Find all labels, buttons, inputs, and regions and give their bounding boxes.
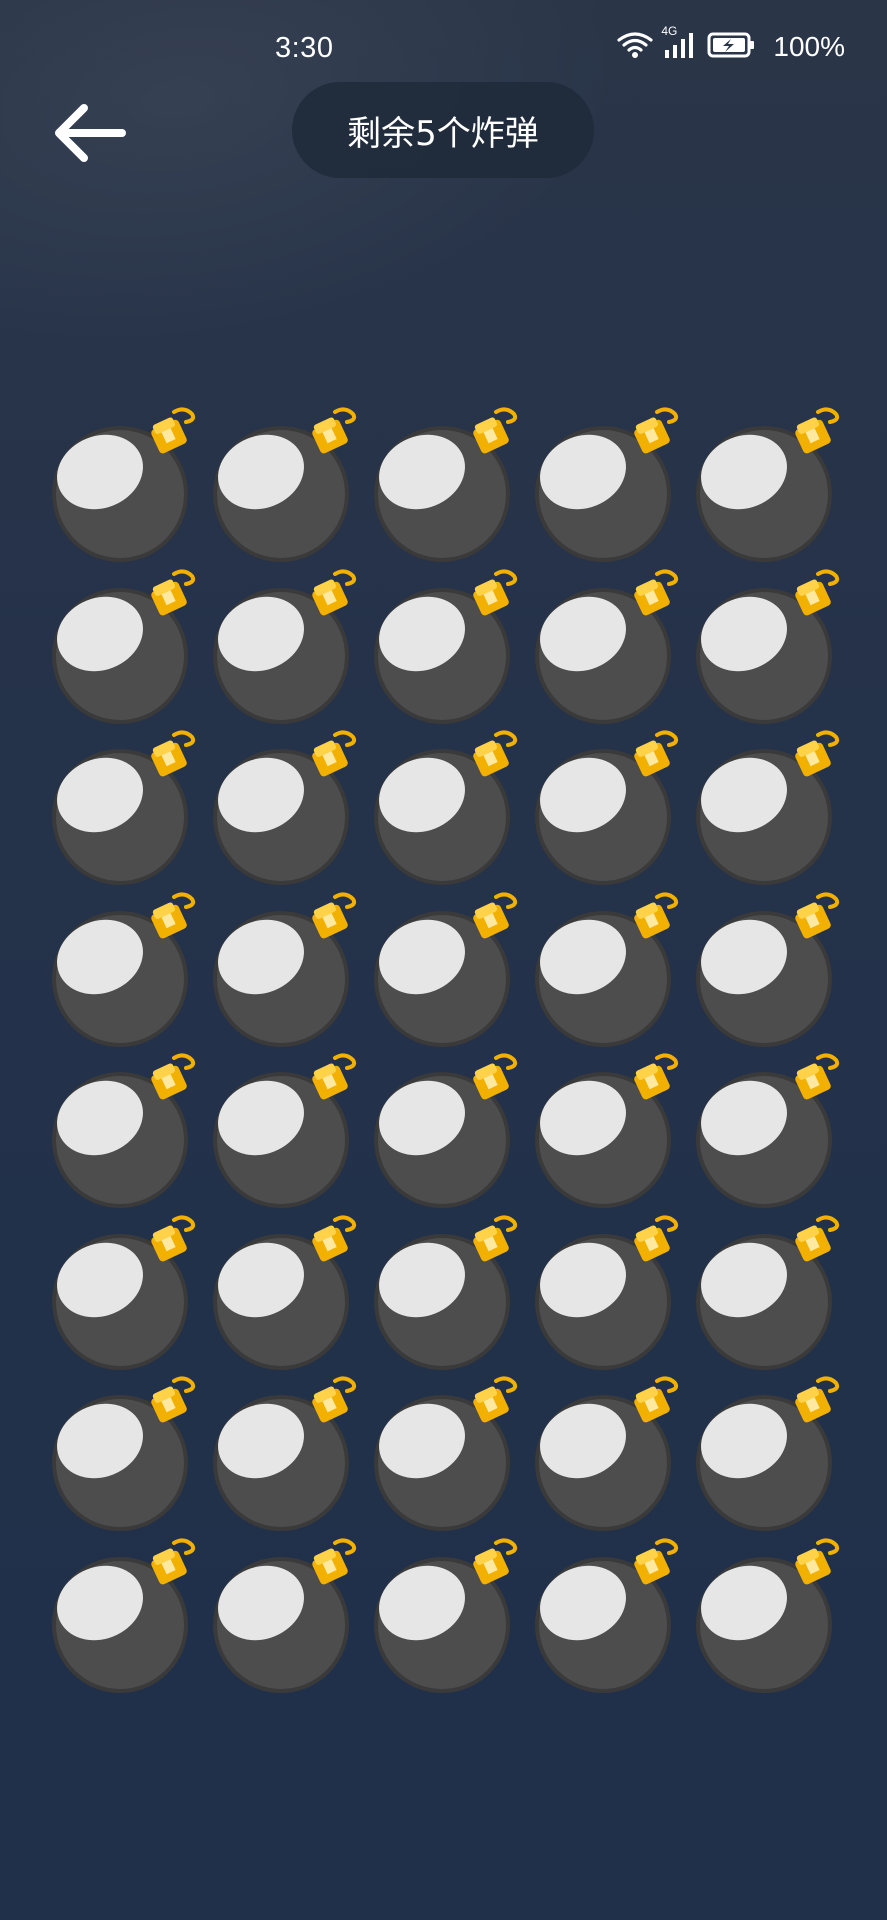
grid-cell-r7-c5[interactable] — [690, 1373, 851, 1534]
bomb-icon — [52, 730, 196, 885]
bomb-icon — [374, 1053, 518, 1208]
page-title: 剩余5个炸弹 — [347, 113, 539, 154]
grid-cell-r4-c4[interactable] — [529, 889, 690, 1050]
bomb-icon — [535, 1214, 679, 1370]
grid-cell-r6-c1[interactable] — [46, 1212, 207, 1373]
bomb-icon — [535, 1053, 679, 1208]
grid-cell-r8-c5[interactable] — [690, 1535, 851, 1696]
grid-cell-r5-c3[interactable] — [368, 1050, 529, 1211]
bomb-icon — [374, 407, 518, 562]
bomb-icon — [535, 891, 679, 1047]
grid-cell-r5-c5[interactable] — [690, 1050, 851, 1211]
grid-cell-r4-c2[interactable] — [207, 889, 368, 1050]
grid-cell-r3-c5[interactable] — [690, 727, 851, 888]
grid-cell-r6-c5[interactable] — [690, 1212, 851, 1373]
grid-cell-r6-c3[interactable] — [368, 1212, 529, 1373]
grid-cell-r2-c4[interactable] — [529, 566, 690, 727]
grid-cell-r3-c1[interactable] — [46, 727, 207, 888]
grid-cell-r6-c2[interactable] — [207, 1212, 368, 1373]
bomb-icon — [696, 1214, 840, 1370]
bomb-icon — [213, 891, 357, 1047]
grid-cell-r8-c2[interactable] — [207, 1535, 368, 1696]
grid-cell-r1-c5[interactable] — [690, 404, 851, 565]
bomb-icon — [213, 1376, 357, 1531]
bomb-icon — [213, 730, 357, 885]
grid-cell-r2-c2[interactable] — [207, 566, 368, 727]
status-icons: 4G 100% — [617, 24, 845, 64]
bomb-icon — [535, 1376, 679, 1531]
battery-charging-icon — [707, 31, 757, 63]
bomb-icon — [213, 568, 357, 724]
bomb-icon — [535, 1537, 679, 1693]
grid-cell-r4-c1[interactable] — [46, 889, 207, 1050]
bomb-icon — [52, 568, 196, 724]
bomb-icon — [213, 1053, 357, 1208]
bomb-icon — [696, 1376, 840, 1531]
bomb-icon — [52, 1214, 196, 1370]
grid-cell-r7-c3[interactable] — [368, 1373, 529, 1534]
bomb-icon — [696, 568, 840, 724]
grid-cell-r7-c1[interactable] — [46, 1373, 207, 1534]
grid-cell-r1-c4[interactable] — [529, 404, 690, 565]
grid-cell-r3-c3[interactable] — [368, 727, 529, 888]
grid-cell-r8-c3[interactable] — [368, 1535, 529, 1696]
grid-cell-r8-c4[interactable] — [529, 1535, 690, 1696]
remaining-bombs-title: 剩余5个炸弹 — [292, 82, 594, 178]
grid-cell-r4-c3[interactable] — [368, 889, 529, 1050]
grid-cell-r2-c3[interactable] — [368, 566, 529, 727]
wifi-icon — [617, 30, 653, 64]
battery-percentage: 100% — [773, 31, 845, 62]
bomb-icon — [374, 1537, 518, 1693]
bomb-grid — [46, 404, 848, 1696]
bomb-icon — [213, 407, 357, 562]
bomb-icon — [535, 568, 679, 724]
grid-cell-r4-c5[interactable] — [690, 889, 851, 1050]
grid-cell-r5-c4[interactable] — [529, 1050, 690, 1211]
network-type-label: 4G — [661, 24, 678, 38]
grid-cell-r1-c1[interactable] — [46, 404, 207, 565]
bomb-icon — [535, 730, 679, 885]
grid-cell-r2-c1[interactable] — [46, 566, 207, 727]
grid-cell-r2-c5[interactable] — [690, 566, 851, 727]
grid-cell-r5-c1[interactable] — [46, 1050, 207, 1211]
bomb-icon — [696, 1053, 840, 1208]
arrow-left-icon — [55, 104, 126, 162]
grid-cell-r1-c2[interactable] — [207, 404, 368, 565]
grid-cell-r7-c2[interactable] — [207, 1373, 368, 1534]
grid-cell-r6-c4[interactable] — [529, 1212, 690, 1373]
bomb-icon — [374, 1214, 518, 1370]
grid-cell-r1-c3[interactable] — [368, 404, 529, 565]
bomb-icon — [696, 891, 840, 1047]
bomb-icon — [52, 1537, 196, 1693]
bomb-icon — [696, 407, 840, 562]
bomb-icon — [213, 1537, 357, 1693]
grid-cell-r8-c1[interactable] — [46, 1535, 207, 1696]
bomb-icon — [52, 407, 196, 562]
bomb-icon — [374, 730, 518, 885]
bomb-icon — [535, 407, 679, 562]
bomb-icon — [52, 891, 196, 1047]
grid-cell-r5-c2[interactable] — [207, 1050, 368, 1211]
bomb-icon — [696, 1537, 840, 1693]
status-time: 3:30 — [275, 32, 334, 64]
grid-cell-r3-c4[interactable] — [529, 727, 690, 888]
grid-cell-r3-c2[interactable] — [207, 727, 368, 888]
bomb-icon — [374, 568, 518, 724]
bomb-icon — [52, 1053, 196, 1208]
cellular-signal-icon: 4G — [661, 24, 697, 64]
grid-cell-r7-c4[interactable] — [529, 1373, 690, 1534]
back-button[interactable] — [50, 98, 140, 172]
bomb-icon — [374, 891, 518, 1047]
bomb-icon — [52, 1376, 196, 1531]
bomb-icon — [696, 730, 840, 885]
bomb-icon — [213, 1214, 357, 1370]
bomb-icon — [374, 1376, 518, 1531]
